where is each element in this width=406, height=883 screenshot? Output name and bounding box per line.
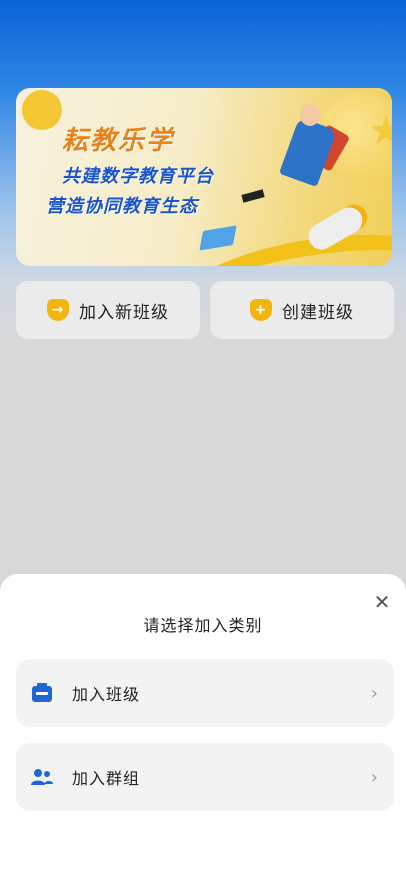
create-class-label: 创建班级	[282, 302, 354, 323]
graduation-cap-icon	[241, 189, 265, 203]
create-class-button[interactable]: + 创建班级	[210, 281, 394, 339]
banner-slogan-1: 共建数字教育平台	[62, 166, 214, 187]
sheet-heading: 请选择加入类别	[143, 616, 263, 635]
class-icon	[30, 681, 54, 705]
join-class-option[interactable]: 加入班级 ›	[16, 659, 394, 727]
plus-badge-icon: +	[250, 299, 272, 321]
group-icon	[30, 765, 54, 789]
book-decoration	[199, 225, 237, 251]
join-group-label: 加入群组	[72, 769, 141, 788]
join-class-label: 加入班级	[72, 685, 141, 704]
chevron-right-icon: ›	[370, 766, 378, 788]
chevron-right-icon: ›	[370, 682, 378, 704]
person-figure	[278, 116, 338, 188]
arrow-right-badge-icon: →	[47, 299, 69, 321]
close-icon[interactable]: ✕	[370, 590, 394, 614]
banner-title: 耘教乐学	[62, 126, 175, 156]
person-head	[300, 104, 320, 126]
join-new-class-label: 加入新班级	[79, 302, 169, 323]
join-type-sheet: ✕ 请选择加入类别 加入班级 › 加入群组 ›	[0, 574, 406, 883]
join-new-class-button[interactable]: → 加入新班级	[16, 281, 200, 339]
banner-slogan-2: 营造协同教育生态	[46, 196, 198, 217]
join-group-option[interactable]: 加入群组 ›	[16, 743, 394, 811]
promo-banner[interactable]: ★ 耘教乐学 共建数字教育平台 营造协同教育生态	[16, 88, 392, 266]
star-icon: ★	[368, 108, 392, 154]
smile-decoration	[22, 90, 62, 130]
